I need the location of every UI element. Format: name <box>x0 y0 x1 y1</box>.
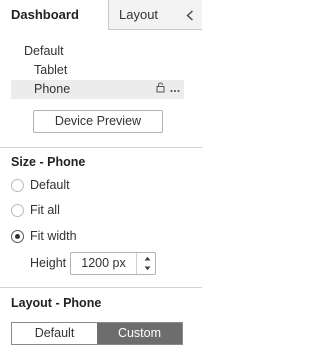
height-input[interactable]: 1200 px <box>71 253 137 274</box>
divider <box>0 147 202 148</box>
layout-section-title: Layout - Phone <box>11 296 102 310</box>
caret-up-icon[interactable] <box>138 253 156 263</box>
radio-default-label: Default <box>30 178 70 192</box>
height-label: Height <box>30 256 67 270</box>
radio-fit-all-label: Fit all <box>30 203 60 217</box>
radio-fit-width-label: Fit width <box>30 229 77 243</box>
device-preview-button[interactable]: Device Preview <box>33 110 163 133</box>
tab-dashboard[interactable]: Dashboard <box>0 0 109 30</box>
layout-custom-button[interactable]: Custom <box>97 323 182 344</box>
radio-fit-all[interactable]: Fit all <box>11 202 60 218</box>
radio-default[interactable]: Default <box>11 177 70 193</box>
radio-fit-width[interactable]: Fit width <box>11 228 77 244</box>
device-phone[interactable]: Phone <box>11 80 184 99</box>
lock-icon[interactable] <box>156 80 165 99</box>
radio-default-circle[interactable] <box>11 178 24 192</box>
size-section-title: Size - Phone <box>11 155 86 169</box>
device-tablet[interactable]: Tablet <box>34 61 67 80</box>
caret-down-icon[interactable] <box>138 263 156 273</box>
device-default[interactable]: Default <box>24 42 64 61</box>
panel-tabs: Dashboard Layout <box>0 0 202 30</box>
radio-fit-width-circle[interactable] <box>11 229 24 243</box>
device-phone-label: Phone <box>34 82 71 96</box>
radio-fit-all-circle[interactable] <box>11 203 24 217</box>
layout-default-button[interactable]: Default <box>12 323 97 344</box>
more-icon[interactable] <box>170 80 180 99</box>
chevron-left-icon[interactable] <box>184 0 196 30</box>
height-stepper[interactable]: 1200 px <box>70 252 156 275</box>
divider <box>0 287 202 288</box>
layout-toggle: Default Custom <box>11 322 183 345</box>
